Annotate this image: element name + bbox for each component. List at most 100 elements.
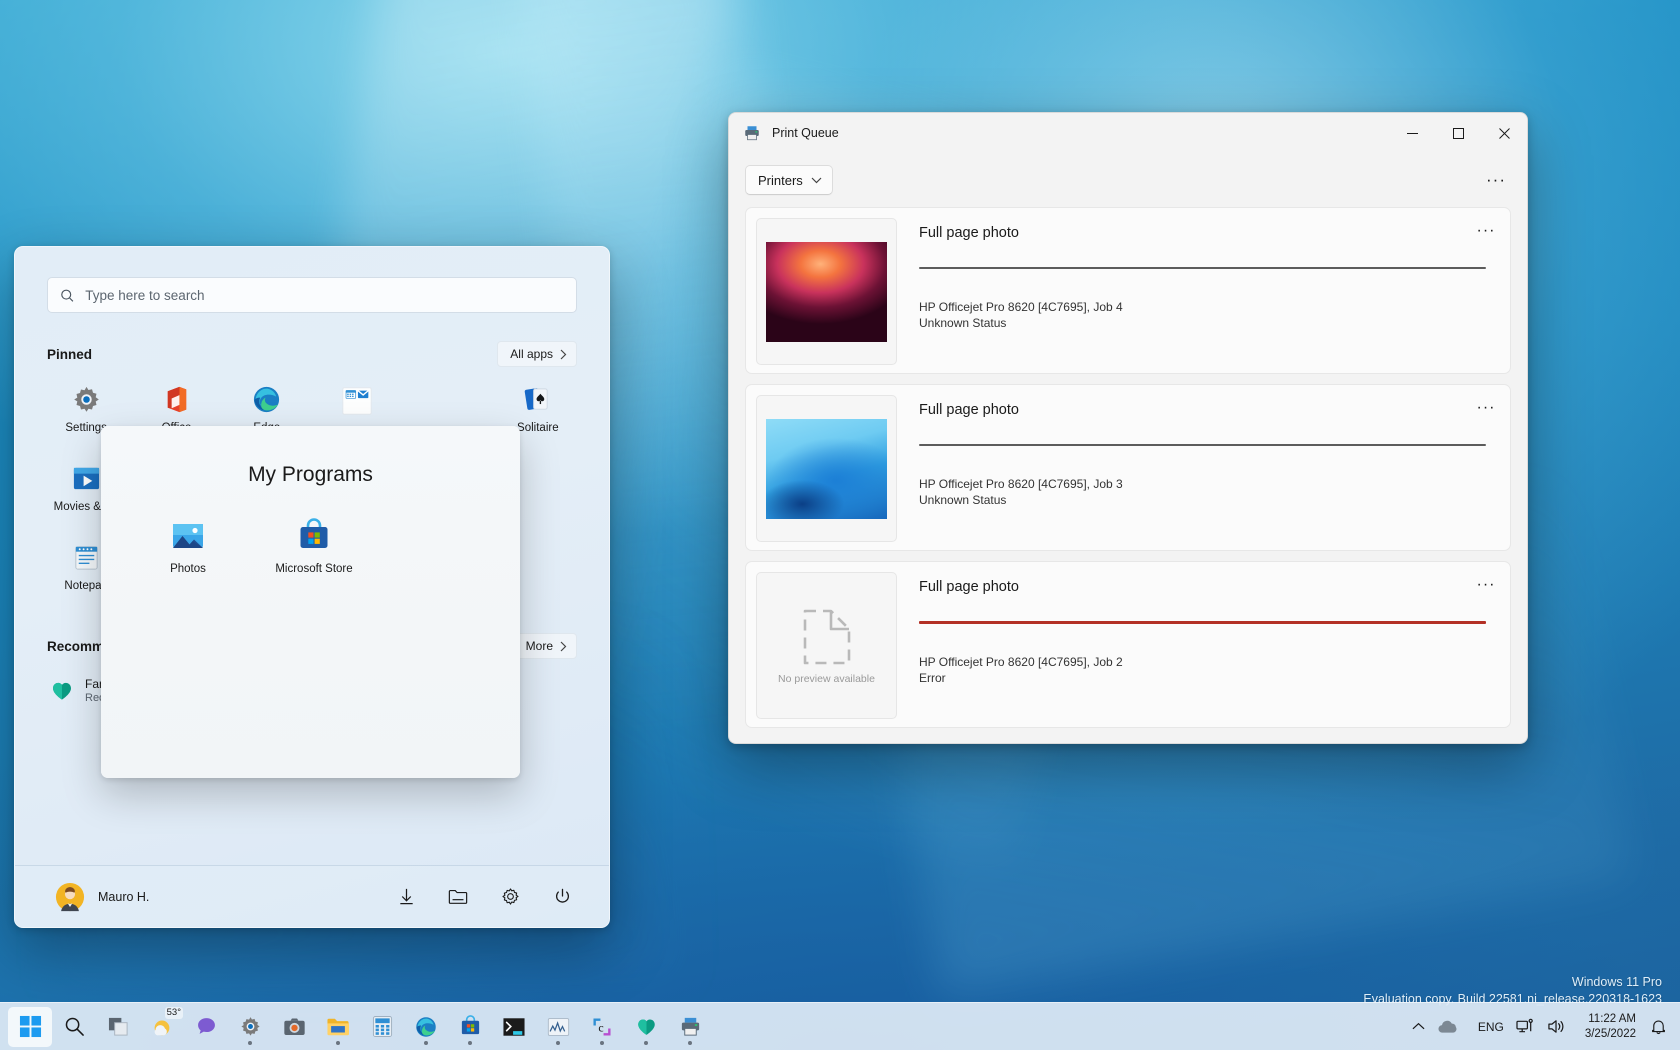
settings-gear-icon xyxy=(71,384,102,415)
search-button[interactable] xyxy=(52,1007,96,1047)
job-meta: HP Officejet Pro 8620 [4C7695], Job 2 Er… xyxy=(919,655,1492,686)
running-indicator xyxy=(644,1041,648,1045)
tray-icons-group[interactable] xyxy=(1403,1015,1467,1039)
clipchamp-taskbar[interactable]: c xyxy=(580,1007,624,1047)
job-status: Unknown Status xyxy=(919,316,1492,332)
user-account-button[interactable]: Mauro H. xyxy=(45,876,159,918)
print-jobs-list: Full page photo HP Officejet Pro 8620 [4… xyxy=(729,207,1527,743)
chat-icon xyxy=(195,1015,218,1038)
job-title: Full page photo xyxy=(919,579,1492,595)
window-controls xyxy=(1389,113,1527,153)
running-indicator xyxy=(336,1041,340,1045)
running-indicator xyxy=(600,1041,604,1045)
camera-icon xyxy=(283,1016,306,1038)
onedrive-icon[interactable] xyxy=(1437,1020,1458,1034)
notification-bell-icon[interactable] xyxy=(1646,1010,1670,1044)
terminal-taskbar[interactable] xyxy=(492,1007,536,1047)
task-view-icon xyxy=(107,1016,130,1037)
print-job-card[interactable]: Full page photo HP Officejet Pro 8620 [4… xyxy=(745,207,1511,374)
taskbar-clock[interactable]: 11:22 AM 3/25/2022 xyxy=(1577,1008,1644,1046)
running-indicator xyxy=(424,1041,428,1045)
clock-date: 3/25/2022 xyxy=(1585,1027,1636,1042)
minimize-button[interactable] xyxy=(1389,113,1435,153)
window-more-options-button[interactable]: ··· xyxy=(1481,165,1511,195)
volume-icon[interactable] xyxy=(1547,1018,1566,1035)
window-title: Print Queue xyxy=(772,126,839,140)
camera-taskbar[interactable] xyxy=(272,1007,316,1047)
job-meta: HP Officejet Pro 8620 [4C7695], Job 4 Un… xyxy=(919,300,1492,331)
search-box[interactable] xyxy=(47,277,577,313)
performance-monitor-taskbar[interactable] xyxy=(536,1007,580,1047)
print-job-card[interactable]: Full page photo HP Officejet Pro 8620 [4… xyxy=(745,384,1511,551)
print-queue-window: Print Queue Printers ··· xyxy=(728,112,1528,744)
task-view-button[interactable] xyxy=(96,1007,140,1047)
calculator-taskbar[interactable] xyxy=(360,1007,404,1047)
chat-button[interactable] xyxy=(184,1007,228,1047)
weather-temperature: 53° xyxy=(165,1007,183,1019)
search-input[interactable] xyxy=(85,288,564,303)
job-progress-bar xyxy=(919,267,1486,269)
settings-taskbar[interactable] xyxy=(228,1007,272,1047)
tray-status-group[interactable]: ENG xyxy=(1469,1013,1575,1040)
weather-widget[interactable]: 53° xyxy=(140,1007,184,1047)
power-icon[interactable] xyxy=(545,880,579,914)
chevron-right-icon xyxy=(560,349,567,360)
start-button[interactable] xyxy=(8,1007,52,1047)
settings-icon[interactable] xyxy=(493,880,527,914)
printers-dropdown[interactable]: Printers xyxy=(745,165,833,195)
user-name: Mauro H. xyxy=(98,890,149,904)
all-apps-button[interactable]: All apps xyxy=(497,341,577,367)
start-search-wrap xyxy=(15,247,609,313)
job-progress-bar xyxy=(919,444,1486,446)
downloads-icon[interactable] xyxy=(389,880,423,914)
solitaire-icon xyxy=(522,384,553,415)
print-job-card[interactable]: No preview available Full page photo HP … xyxy=(745,561,1511,728)
running-indicator xyxy=(556,1041,560,1045)
job-status: Error xyxy=(919,671,1492,687)
my-programs-title: My Programs xyxy=(101,426,520,487)
network-icon[interactable] xyxy=(1516,1018,1535,1035)
chevron-down-icon xyxy=(811,177,822,184)
job-progress-bar-error xyxy=(919,621,1486,624)
my-programs-item-photos[interactable]: Photos xyxy=(149,512,227,581)
file-explorer-taskbar[interactable] xyxy=(316,1007,360,1047)
job-device: HP Officejet Pro 8620 [4C7695], Job 3 xyxy=(919,477,1492,493)
windows-logo-icon xyxy=(19,1015,42,1038)
more-recommended-button[interactable]: More xyxy=(513,633,577,659)
my-programs-overlay: My Programs Photos Microsoft Store xyxy=(101,426,520,778)
close-button[interactable] xyxy=(1481,113,1527,153)
family-heart-icon xyxy=(635,1016,658,1038)
printer-icon xyxy=(679,1015,702,1038)
taskbar: 53° xyxy=(0,1002,1680,1050)
chevron-right-icon xyxy=(560,641,567,652)
job-more-options-button[interactable]: ··· xyxy=(1472,218,1500,244)
maximize-button[interactable] xyxy=(1435,113,1481,153)
my-programs-item-microsoft-store[interactable]: Microsoft Store xyxy=(275,512,353,581)
window-titlebar[interactable]: Print Queue xyxy=(729,113,1527,153)
svg-text:c: c xyxy=(598,1020,603,1034)
job-title: Full page photo xyxy=(919,402,1492,418)
job-details: Full page photo HP Officejet Pro 8620 [4… xyxy=(897,572,1500,717)
family-taskbar[interactable] xyxy=(624,1007,668,1047)
job-more-options-button[interactable]: ··· xyxy=(1472,395,1500,421)
job-device: HP Officejet Pro 8620 [4C7695], Job 4 xyxy=(919,300,1492,316)
edge-icon xyxy=(251,384,282,415)
print-queue-taskbar[interactable] xyxy=(668,1007,712,1047)
job-more-options-button[interactable]: ··· xyxy=(1472,572,1500,598)
job-meta: HP Officejet Pro 8620 [4C7695], Job 3 Un… xyxy=(919,477,1492,508)
search-icon xyxy=(60,288,74,303)
chevron-up-icon[interactable] xyxy=(1412,1022,1425,1031)
job-preview-image xyxy=(766,242,887,342)
job-details: Full page photo HP Officejet Pro 8620 [4… xyxy=(897,218,1500,363)
command-bar: Printers ··· xyxy=(729,153,1527,207)
edge-icon xyxy=(414,1015,438,1039)
microsoft-store-icon xyxy=(296,518,332,554)
edge-taskbar[interactable] xyxy=(404,1007,448,1047)
language-indicator[interactable]: ENG xyxy=(1478,1020,1504,1034)
pinned-app-label: Solitaire xyxy=(517,422,559,434)
user-avatar xyxy=(55,882,85,912)
store-taskbar[interactable] xyxy=(448,1007,492,1047)
watermark-edition: Windows 11 Pro xyxy=(1363,974,1662,991)
my-programs-item-label: Photos xyxy=(170,563,206,575)
file-explorer-icon[interactable] xyxy=(441,880,475,914)
